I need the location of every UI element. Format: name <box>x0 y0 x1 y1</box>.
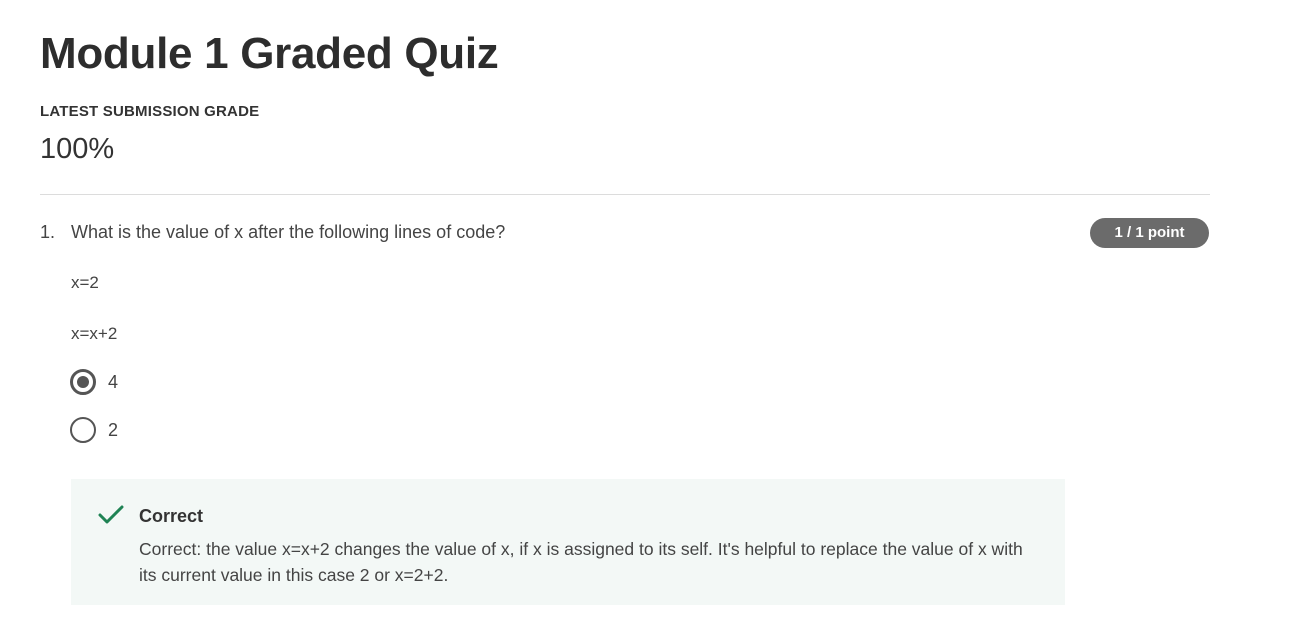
radio-button-selected[interactable] <box>70 369 96 395</box>
answer-option-4[interactable]: 4 <box>70 369 118 395</box>
code-line: x=2 <box>71 273 99 292</box>
radio-button[interactable] <box>70 417 96 443</box>
grade-label: LATEST SUBMISSION GRADE <box>40 103 260 120</box>
question-text: What is the value of x after the followi… <box>71 222 506 242</box>
grade-value: 100% <box>40 133 115 165</box>
answer-option-2[interactable]: 2 <box>70 417 118 443</box>
question-number: 1. <box>40 222 56 242</box>
quiz-page: Module 1 Graded Quiz LATEST SUBMISSION G… <box>0 0 1293 625</box>
radio-dot <box>77 376 89 388</box>
feedback-panel: Correct Correct: the value x=x+2 changes… <box>71 479 1065 605</box>
points-badge: 1 / 1 point <box>1090 218 1209 248</box>
option-label: 2 <box>108 420 119 440</box>
divider <box>40 194 1210 195</box>
code-line: x=x+2 <box>71 324 118 343</box>
page-title: Module 1 Graded Quiz <box>40 29 499 78</box>
feedback-text: Correct: the value x=x+2 changes the val… <box>139 539 1023 585</box>
checkmark-icon <box>98 505 124 524</box>
option-label: 4 <box>108 372 119 392</box>
feedback-status: Correct <box>139 506 204 526</box>
